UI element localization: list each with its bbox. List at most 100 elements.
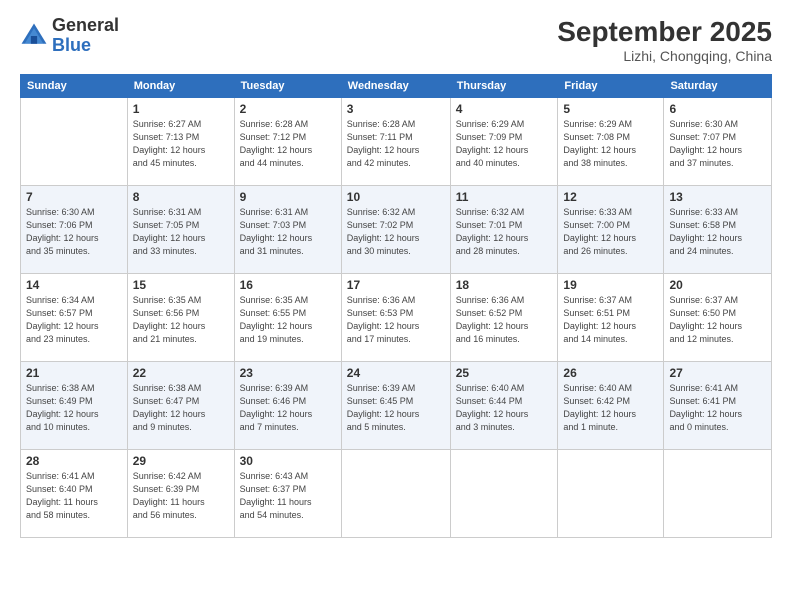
- day-cell: 26 Sunrise: 6:40 AMSunset: 6:42 PMDayligh…: [558, 362, 664, 450]
- day-info: Sunrise: 6:43 AMSunset: 6:37 PMDaylight:…: [240, 470, 336, 522]
- day-cell: 20Sunrise: 6:37 AMSunset: 6:50 PMDayligh…: [664, 274, 772, 362]
- day-cell: 9 Sunrise: 6:31 AMSunset: 7:03 PMDaylight…: [234, 186, 341, 274]
- day-info: Sunrise: 6:30 AMSunset: 7:06 PMDaylight:…: [26, 206, 122, 258]
- day-number: 11: [456, 190, 553, 204]
- day-number: 30: [240, 454, 336, 468]
- logo-text: General Blue: [52, 16, 119, 56]
- day-info: Sunrise: 6:37 AMSunset: 6:51 PMDaylight:…: [563, 294, 658, 346]
- day-cell: 15 Sunrise: 6:35 AMSunset: 6:56 PMDayligh…: [127, 274, 234, 362]
- day-info: Sunrise: 6:38 AMSunset: 6:47 PMDaylight:…: [133, 382, 229, 434]
- logo-blue: Blue: [52, 35, 91, 55]
- day-info: Sunrise: 6:35 AMSunset: 6:55 PMDaylight:…: [240, 294, 336, 346]
- day-number: 22: [133, 366, 229, 380]
- day-number: 2: [240, 102, 336, 116]
- day-cell: 18Sunrise: 6:36 AMSunset: 6:52 PMDayligh…: [450, 274, 558, 362]
- day-cell: 8Sunrise: 6:31 AMSunset: 7:05 PMDaylight…: [127, 186, 234, 274]
- day-info: Sunrise: 6:38 AMSunset: 6:49 PMDaylight:…: [26, 382, 122, 434]
- day-cell: [558, 450, 664, 538]
- day-info: Sunrise: 6:40 AMSunset: 6:44 PMDaylight:…: [456, 382, 553, 434]
- day-info: Sunrise: 6:41 AMSunset: 6:41 PMDaylight:…: [669, 382, 766, 434]
- header: General Blue September 2025 Lizhi, Chong…: [20, 16, 772, 64]
- month-title: September 2025: [557, 16, 772, 48]
- day-cell: 4 Sunrise: 6:29 AMSunset: 7:09 PMDaylight…: [450, 98, 558, 186]
- day-info: Sunrise: 6:39 AMSunset: 6:45 PMDaylight:…: [347, 382, 445, 434]
- day-info: Sunrise: 6:27 AMSunset: 7:13 PMDaylight:…: [133, 118, 229, 170]
- day-number: 21: [26, 366, 122, 380]
- page: General Blue September 2025 Lizhi, Chong…: [0, 0, 792, 612]
- day-info: Sunrise: 6:41 AMSunset: 6:40 PMDaylight:…: [26, 470, 122, 522]
- day-number: 5: [563, 102, 658, 116]
- week-row-4: 21 Sunrise: 6:38 AMSunset: 6:49 PMDayligh…: [21, 362, 772, 450]
- day-info: Sunrise: 6:35 AMSunset: 6:56 PMDaylight:…: [133, 294, 229, 346]
- day-number: 26: [563, 366, 658, 380]
- day-info: Sunrise: 6:32 AMSunset: 7:02 PMDaylight:…: [347, 206, 445, 258]
- day-info: Sunrise: 6:30 AMSunset: 7:07 PMDaylight:…: [669, 118, 766, 170]
- day-cell: [21, 98, 128, 186]
- day-number: 6: [669, 102, 766, 116]
- logo-general: General: [52, 15, 119, 35]
- col-thursday: Thursday: [450, 75, 558, 98]
- day-info: Sunrise: 6:29 AMSunset: 7:09 PMDaylight:…: [456, 118, 553, 170]
- logo: General Blue: [20, 16, 119, 56]
- day-number: 9: [240, 190, 336, 204]
- day-cell: [450, 450, 558, 538]
- day-cell: 30 Sunrise: 6:43 AMSunset: 6:37 PMDayligh…: [234, 450, 341, 538]
- week-row-2: 7 Sunrise: 6:30 AMSunset: 7:06 PMDaylight…: [21, 186, 772, 274]
- day-number: 23: [240, 366, 336, 380]
- day-number: 25: [456, 366, 553, 380]
- day-number: 29: [133, 454, 229, 468]
- day-cell: 22 Sunrise: 6:38 AMSunset: 6:47 PMDayligh…: [127, 362, 234, 450]
- col-wednesday: Wednesday: [341, 75, 450, 98]
- day-info: Sunrise: 6:31 AMSunset: 7:03 PMDaylight:…: [240, 206, 336, 258]
- calendar: Sunday Monday Tuesday Wednesday Thursday…: [20, 74, 772, 538]
- day-number: 19: [563, 278, 658, 292]
- day-cell: 17Sunrise: 6:36 AMSunset: 6:53 PMDayligh…: [341, 274, 450, 362]
- day-cell: 23 Sunrise: 6:39 AMSunset: 6:46 PMDayligh…: [234, 362, 341, 450]
- day-number: 24: [347, 366, 445, 380]
- day-number: 15: [133, 278, 229, 292]
- col-tuesday: Tuesday: [234, 75, 341, 98]
- week-row-5: 28 Sunrise: 6:41 AMSunset: 6:40 PMDayligh…: [21, 450, 772, 538]
- col-saturday: Saturday: [664, 75, 772, 98]
- day-number: 14: [26, 278, 122, 292]
- day-cell: 10Sunrise: 6:32 AMSunset: 7:02 PMDayligh…: [341, 186, 450, 274]
- title-block: September 2025 Lizhi, Chongqing, China: [557, 16, 772, 64]
- day-number: 28: [26, 454, 122, 468]
- day-info: Sunrise: 6:29 AMSunset: 7:08 PMDaylight:…: [563, 118, 658, 170]
- day-number: 13: [669, 190, 766, 204]
- day-cell: 16Sunrise: 6:35 AMSunset: 6:55 PMDayligh…: [234, 274, 341, 362]
- day-cell: 3Sunrise: 6:28 AMSunset: 7:11 PMDaylight…: [341, 98, 450, 186]
- logo-icon: [20, 22, 48, 50]
- week-row-1: 1 Sunrise: 6:27 AMSunset: 7:13 PMDaylight…: [21, 98, 772, 186]
- day-info: Sunrise: 6:36 AMSunset: 6:53 PMDaylight:…: [347, 294, 445, 346]
- day-number: 4: [456, 102, 553, 116]
- day-cell: 29Sunrise: 6:42 AMSunset: 6:39 PMDayligh…: [127, 450, 234, 538]
- day-info: Sunrise: 6:32 AMSunset: 7:01 PMDaylight:…: [456, 206, 553, 258]
- day-info: Sunrise: 6:36 AMSunset: 6:52 PMDaylight:…: [456, 294, 553, 346]
- day-info: Sunrise: 6:37 AMSunset: 6:50 PMDaylight:…: [669, 294, 766, 346]
- day-cell: 5 Sunrise: 6:29 AMSunset: 7:08 PMDaylight…: [558, 98, 664, 186]
- location: Lizhi, Chongqing, China: [557, 48, 772, 64]
- day-cell: 11 Sunrise: 6:32 AMSunset: 7:01 PMDayligh…: [450, 186, 558, 274]
- day-number: 1: [133, 102, 229, 116]
- day-info: Sunrise: 6:40 AMSunset: 6:42 PMDaylight:…: [563, 382, 658, 434]
- day-info: Sunrise: 6:33 AMSunset: 6:58 PMDaylight:…: [669, 206, 766, 258]
- day-cell: 19 Sunrise: 6:37 AMSunset: 6:51 PMDayligh…: [558, 274, 664, 362]
- day-info: Sunrise: 6:28 AMSunset: 7:12 PMDaylight:…: [240, 118, 336, 170]
- day-info: Sunrise: 6:39 AMSunset: 6:46 PMDaylight:…: [240, 382, 336, 434]
- header-row: Sunday Monday Tuesday Wednesday Thursday…: [21, 75, 772, 98]
- day-info: Sunrise: 6:33 AMSunset: 7:00 PMDaylight:…: [563, 206, 658, 258]
- day-number: 27: [669, 366, 766, 380]
- day-cell: 24 Sunrise: 6:39 AMSunset: 6:45 PMDayligh…: [341, 362, 450, 450]
- day-cell: 28 Sunrise: 6:41 AMSunset: 6:40 PMDayligh…: [21, 450, 128, 538]
- day-number: 7: [26, 190, 122, 204]
- col-sunday: Sunday: [21, 75, 128, 98]
- day-info: Sunrise: 6:28 AMSunset: 7:11 PMDaylight:…: [347, 118, 445, 170]
- day-cell: 14Sunrise: 6:34 AMSunset: 6:57 PMDayligh…: [21, 274, 128, 362]
- day-cell: 1 Sunrise: 6:27 AMSunset: 7:13 PMDaylight…: [127, 98, 234, 186]
- day-cell: 2 Sunrise: 6:28 AMSunset: 7:12 PMDaylight…: [234, 98, 341, 186]
- col-monday: Monday: [127, 75, 234, 98]
- day-cell: 13 Sunrise: 6:33 AMSunset: 6:58 PMDayligh…: [664, 186, 772, 274]
- day-number: 12: [563, 190, 658, 204]
- day-cell: [341, 450, 450, 538]
